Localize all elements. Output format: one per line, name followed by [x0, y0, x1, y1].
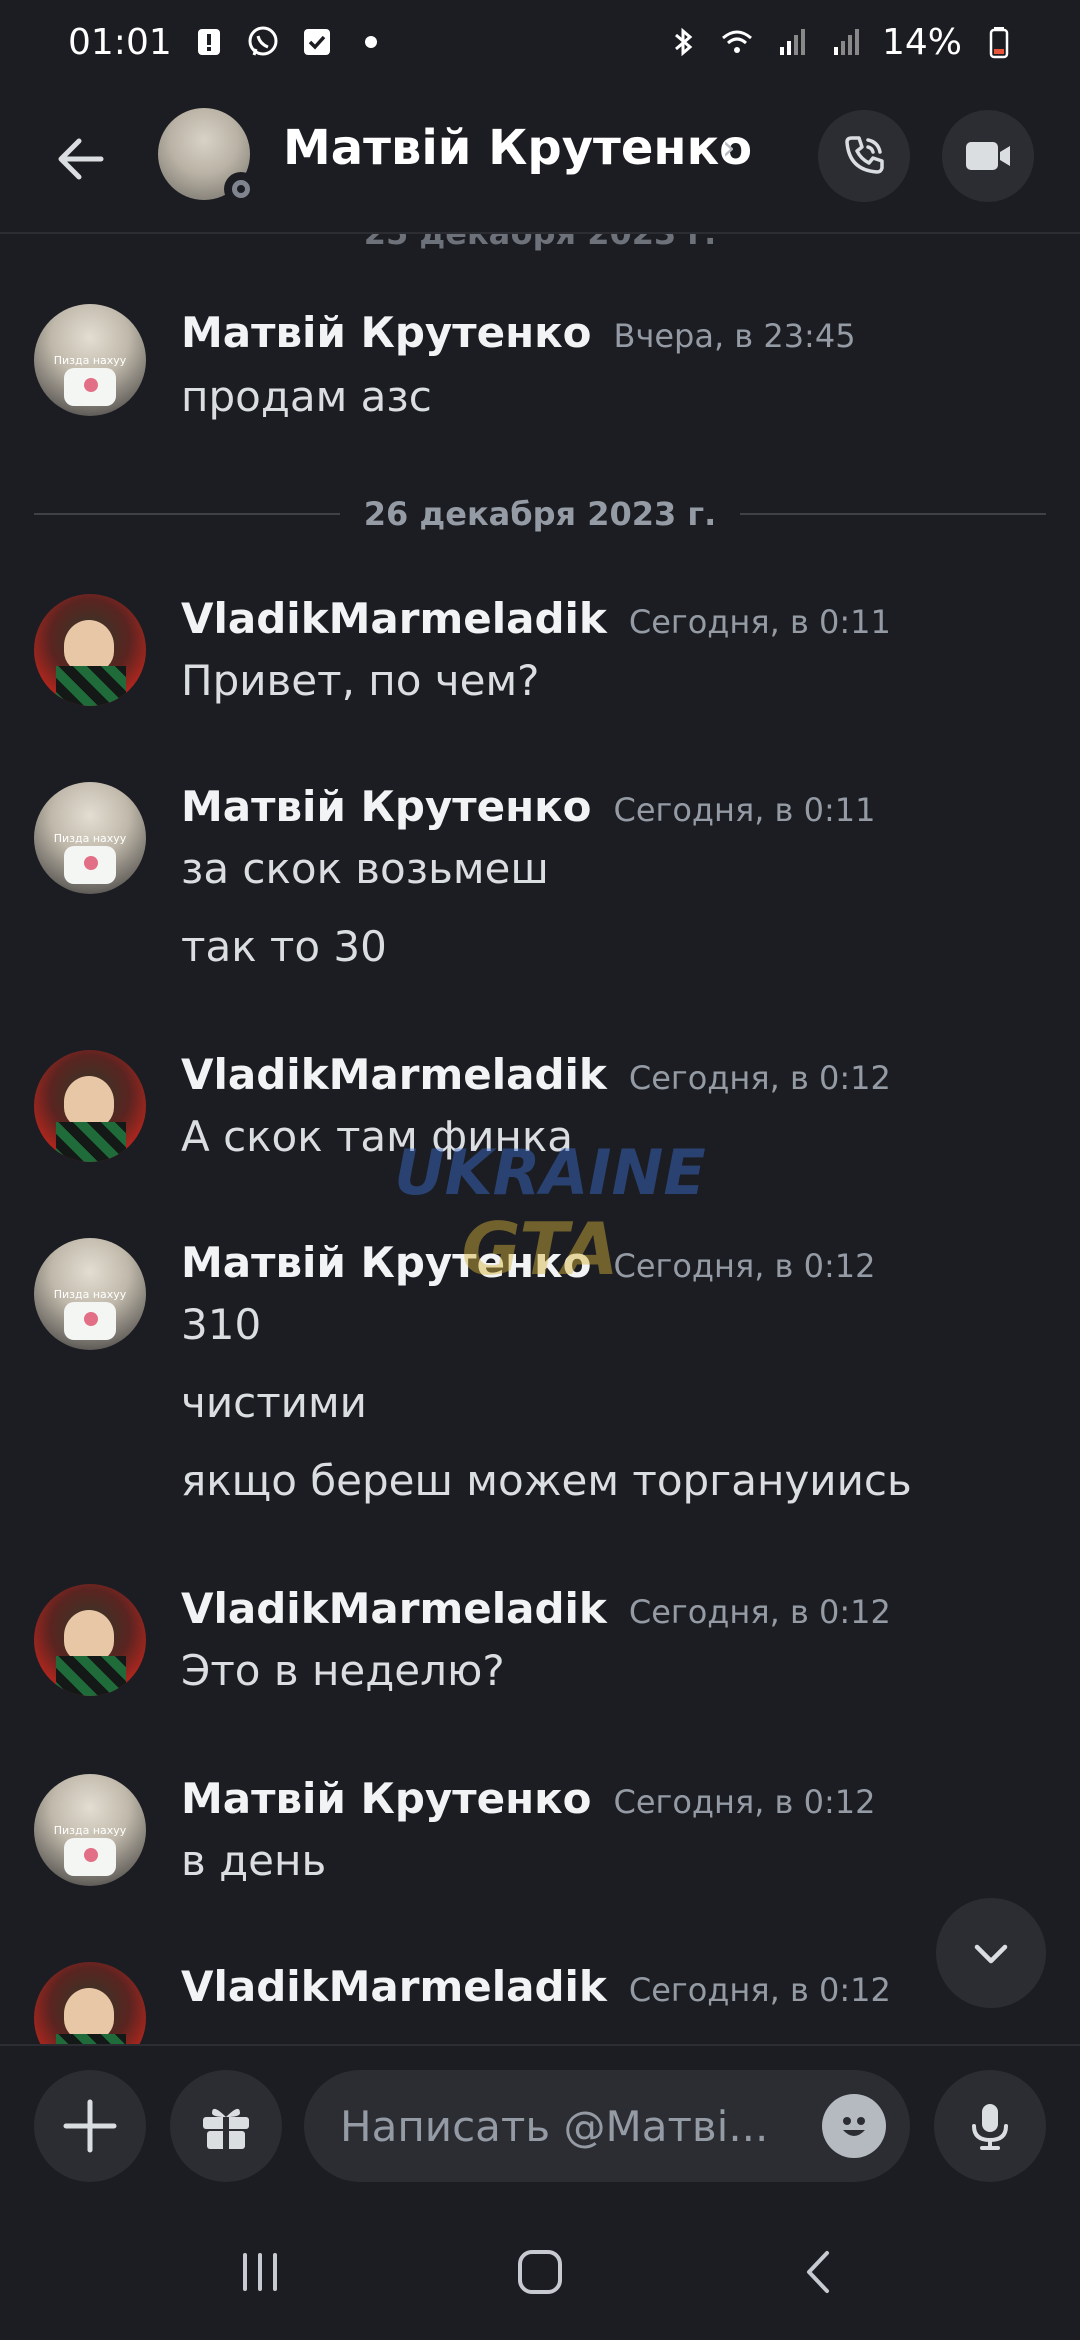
alert-notification-icon [192, 25, 226, 59]
chevron-right-icon[interactable]: › [722, 128, 736, 168]
avatar[interactable]: Пизда нахуу [34, 1774, 146, 1886]
chevron-down-icon [974, 1944, 1008, 1964]
message-timestamp: Сегодня, в 0:12 [628, 1971, 891, 2009]
task-check-icon [300, 25, 334, 59]
wifi-icon [720, 25, 754, 59]
message-timestamp: Сегодня, в 0:12 [613, 1783, 876, 1821]
author-name[interactable]: Матвій Крутенко Вчера, в 23:45 [181, 308, 856, 357]
message-text: так то 30 [181, 922, 387, 971]
voice-call-button[interactable] [818, 110, 910, 202]
avatar[interactable]: Пизда нахуу [34, 1238, 146, 1350]
ukraine-gta-watermark-logo: UKRAINE GTA [394, 1136, 705, 1291]
svg-text:GTA: GTA [461, 1207, 618, 1291]
voice-message-button[interactable] [934, 2070, 1046, 2182]
nav-back-icon [807, 2251, 829, 2293]
message-list[interactable]: 25 декабря 2023 г. Пизда нахуу Матвій Кр… [0, 234, 1080, 2044]
message-timestamp: Вчера, в 23:45 [613, 317, 856, 355]
video-call-button[interactable] [942, 110, 1034, 202]
header-avatar[interactable] [158, 108, 258, 206]
arrow-left-icon [58, 138, 104, 180]
battery-icon [982, 25, 1016, 59]
signal-sim2-icon [828, 25, 862, 59]
date-separator: 26 декабря 2023 г. [34, 494, 1047, 534]
message-text: чистими [181, 1378, 367, 1427]
back-button[interactable] [46, 124, 116, 194]
message-text: якщо береш можем торгануиись [181, 1456, 912, 1505]
offline-status-icon [224, 172, 258, 206]
avatar[interactable] [34, 594, 146, 706]
scroll-to-bottom-button[interactable] [936, 1898, 1046, 2008]
avatar[interactable] [34, 1962, 146, 2044]
microphone-icon [972, 2104, 1008, 2150]
message-input[interactable]: Написать @Матві... [304, 2070, 910, 2182]
avatar[interactable]: Пизда нахуу [34, 304, 146, 416]
gift-icon [203, 2108, 249, 2149]
phone-icon [845, 136, 884, 174]
avatar[interactable] [34, 1584, 146, 1696]
emoji-button[interactable] [822, 2094, 886, 2158]
message-text: за скок возьмеш [181, 844, 549, 893]
author-name[interactable]: VladikMarmeladik Сегодня, в 0:12 [181, 1962, 891, 2011]
date-separator-partial: 25 декабря 2023 г. [0, 234, 1080, 252]
attach-button[interactable] [34, 2070, 146, 2182]
battery-percent: 14% [881, 21, 962, 63]
home-icon [518, 2250, 562, 2294]
message-timestamp: Сегодня, в 0:11 [613, 791, 876, 829]
author-name[interactable]: VladikMarmeladik Сегодня, в 0:11 [181, 594, 891, 643]
plus-icon [63, 2099, 117, 2153]
message-text: 310 [181, 1300, 262, 1349]
page-title[interactable]: Матвій Крутенко [283, 120, 752, 176]
chat-header: Матвій Крутенко › [0, 84, 1080, 234]
status-time: 01:01 [68, 21, 172, 63]
message-timestamp: Сегодня, в 0:12 [628, 1593, 891, 1631]
message-text: в день [181, 1836, 327, 1885]
nav-back-button[interactable] [775, 2227, 865, 2317]
bluetooth-icon [666, 25, 700, 59]
message-timestamp: Сегодня, в 0:11 [628, 603, 891, 641]
video-camera-icon [966, 142, 1010, 170]
avatar[interactable]: Пизда нахуу [34, 782, 146, 894]
gift-button[interactable] [170, 2070, 282, 2182]
svg-text:UKRAINE: UKRAINE [394, 1136, 705, 1209]
message-timestamp: Сегодня, в 0:12 [628, 1059, 891, 1097]
message-text: Это в неделю? [181, 1646, 505, 1695]
signal-sim1-icon [774, 25, 808, 59]
author-name[interactable]: Матвій Крутенко Сегодня, в 0:12 [181, 1774, 875, 1823]
system-nav-bar [0, 2204, 1080, 2340]
emoji-icon [843, 2117, 865, 2136]
status-right: 14% [666, 22, 1016, 63]
author-name[interactable]: Матвій Крутенко Сегодня, в 0:11 [181, 782, 875, 831]
recents-button[interactable] [215, 2227, 305, 2317]
message-input-placeholder: Написать @Матві... [340, 2101, 769, 2151]
author-name[interactable]: VladikMarmeladik Сегодня, в 0:12 [181, 1050, 891, 1099]
more-notifications-dot-icon [354, 25, 388, 59]
home-button[interactable] [495, 2227, 585, 2317]
message-text: продам азс [181, 372, 432, 421]
message-composer: Написать @Матві... [0, 2044, 1080, 2204]
author-name[interactable]: VladikMarmeladik Сегодня, в 0:12 [181, 1584, 891, 1633]
avatar[interactable] [34, 1050, 146, 1162]
message-text: Привет, по чем? [181, 656, 540, 705]
recents-icon [243, 2253, 277, 2291]
status-bar: 01:01 14% [0, 0, 1080, 84]
status-left: 01:01 [68, 22, 388, 63]
viber-icon [246, 25, 280, 59]
